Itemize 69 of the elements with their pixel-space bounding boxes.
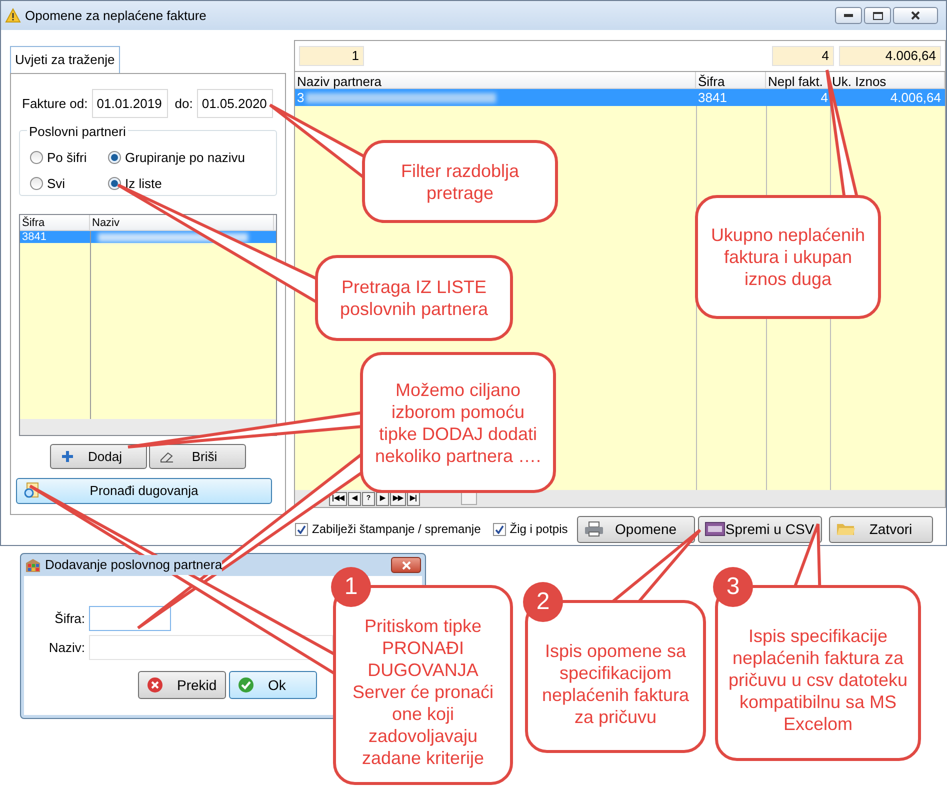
radio-label: Iz liste — [125, 174, 162, 192]
callout-text: Ispis opomene sa specifikacijom neplaćenih faktura za pričuvu — [540, 640, 690, 728]
radio-label: Po šifri — [47, 149, 87, 167]
date-from-field[interactable]: 01.01.2019 — [92, 88, 168, 118]
table-cell-text: 3841 — [21, 231, 48, 243]
from-label: Fakture od: — [22, 94, 88, 112]
count-field: 1 — [299, 46, 364, 66]
dialog-title: Dodavanje poslovnog partnera — [45, 555, 222, 575]
plus-icon — [61, 450, 74, 463]
cancel-button[interactable]: Prekid — [138, 671, 226, 699]
table-cell: 3 — [297, 89, 304, 106]
callout-text: Pretraga IZ LISTE poslovnih partnera — [338, 276, 490, 320]
table-cell-text: 4.006,64 — [889, 89, 942, 106]
close-button[interactable] — [391, 557, 421, 573]
printer-icon — [584, 521, 604, 537]
radio-label: Grupiranje po nazivu — [125, 149, 245, 167]
to-label: do: — [174, 94, 193, 112]
total-field: 4.006,64 — [839, 46, 941, 66]
callout-text: Ukupno neplaćenih faktura i ukupan iznos duga — [710, 224, 866, 290]
column-header[interactable]: Šifra — [696, 72, 766, 88]
warning-icon — [5, 8, 21, 23]
field-label: Naziv: — [48, 638, 85, 657]
delete-button[interactable]: Briši — [149, 444, 246, 469]
radio-button[interactable] — [108, 176, 121, 190]
input-field[interactable] — [89, 606, 171, 631]
callout-text: Ispis specifikacije neplaćenih faktura za pričuvu u csv datoteku kompatibilnu sa MS Excelom — [728, 625, 908, 735]
horizontal-scrollbar[interactable] — [20, 419, 276, 435]
minimize-button[interactable] — [835, 7, 862, 24]
radio-button[interactable] — [30, 176, 43, 190]
column-header[interactable]: Šifra — [20, 215, 90, 230]
date-to-field[interactable]: 01.05.2020 — [196, 88, 273, 118]
checkbox[interactable] — [492, 522, 506, 536]
checkbox-label: Zabilježi štampanje / spremanje — [312, 521, 481, 538]
radio-button[interactable] — [108, 151, 121, 164]
csv-file-icon — [704, 522, 725, 536]
invoice-count-field: 4 — [772, 46, 834, 66]
ok-button[interactable]: Ok — [229, 671, 317, 699]
checkmark-icon — [238, 677, 254, 693]
eraser-icon — [160, 450, 174, 462]
checkbox[interactable] — [295, 522, 308, 536]
close-icon — [402, 560, 410, 570]
field-label: Šifra: — [54, 610, 85, 628]
radio-button[interactable] — [30, 151, 43, 164]
table-cell-text: 3841 — [697, 89, 728, 106]
window-title: Opomene za neplaćene fakture — [25, 6, 206, 25]
maximize-icon — [872, 12, 882, 20]
step-number-badge: 2 — [523, 582, 563, 622]
action-button[interactable]: Opomene — [576, 516, 695, 542]
minimize-icon — [844, 14, 853, 17]
radio-label: Svi — [47, 174, 66, 192]
column-header[interactable]: Naziv partnera — [295, 72, 696, 88]
building-icon — [25, 558, 41, 572]
cancel-icon — [147, 677, 163, 693]
callout-text: Pritiskom tipke PRONAĐI DUGOVANJA Server će pronaći one koji zadovoljavaju zadane kriterije — [351, 615, 495, 769]
scroll-thumb[interactable] — [460, 492, 477, 505]
close-icon — [911, 11, 920, 20]
checkbox-label: Žig i potpis — [510, 521, 568, 538]
callout-text: Filter razdoblja pretrage — [400, 160, 520, 204]
folder-icon — [836, 521, 856, 537]
add-button[interactable]: Dodaj — [50, 444, 147, 469]
maximize-button[interactable] — [864, 7, 891, 24]
callout-text: Možemo ciljano izborom pomoću tipke DODAJ dodati nekoliko partnera …. — [374, 378, 542, 466]
action-button[interactable]: Spremi u CSV — [698, 516, 822, 542]
action-button[interactable]: Zatvori — [828, 516, 933, 542]
table-cell-text: 4 — [820, 89, 829, 106]
search-tab[interactable]: Uvjeti za traženje — [10, 46, 120, 72]
close-button[interactable] — [893, 7, 938, 24]
step-number-badge: 3 — [713, 567, 753, 607]
find-debts-button[interactable]: Pronađi dugovanja — [16, 478, 272, 504]
